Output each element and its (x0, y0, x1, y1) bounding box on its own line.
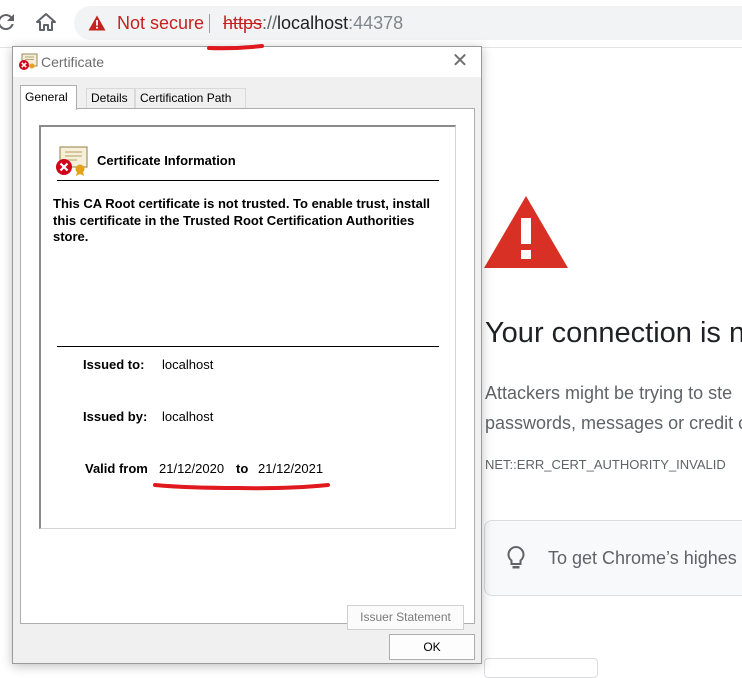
dialog-titlebar[interactable]: Certificate ✕ (13, 47, 481, 77)
advanced-button[interactable] (484, 658, 598, 678)
close-icon: ✕ (451, 50, 469, 72)
ok-button[interactable]: OK (389, 634, 475, 660)
valid-to-label: to (236, 461, 249, 476)
general-tab-page: Certificate Information This CA Root cer… (20, 108, 475, 630)
warning-triangle-icon[interactable] (88, 15, 106, 31)
details-divider (57, 346, 439, 347)
certificate-icon (56, 146, 88, 176)
dialog-title: Certificate (41, 54, 105, 70)
browser-toolbar: Not secure https://localhost:44378 (0, 0, 742, 48)
description-line-2: passwords, messages or credit c (485, 413, 742, 433)
certificate-info-panel: Certificate Information This CA Root cer… (39, 125, 456, 529)
heading-divider (57, 180, 439, 181)
lightbulb-icon (507, 545, 525, 569)
url-scheme: https (223, 13, 263, 33)
url-text[interactable]: https://localhost:44378 (223, 13, 403, 34)
interstitial-heading: Your connection is n (485, 317, 742, 349)
omnibox-divider (209, 14, 210, 33)
url-host: localhost (277, 13, 349, 33)
issuer-statement-button[interactable]: Issuer Statement (347, 605, 464, 630)
trust-warning-message: This CA Root certificate is not trusted.… (53, 196, 431, 244)
valid-from-label: Valid from (85, 461, 148, 476)
issued-by-value: localhost (162, 409, 214, 424)
tip-text: To get Chrome’s highes (548, 548, 737, 568)
reload-icon[interactable] (0, 10, 18, 34)
certificate-info-heading: Certificate Information (97, 153, 236, 168)
issued-by-label: Issued by: (83, 409, 148, 424)
url-separator: :// (262, 13, 278, 33)
not-secure-label[interactable]: Not secure (117, 13, 204, 34)
tab-certification-path[interactable]: Certification Path (135, 88, 246, 109)
large-warning-icon (484, 196, 568, 268)
error-code[interactable]: NET::ERR_CERT_AUTHORITY_INVALID (485, 457, 726, 472)
tab-general[interactable]: General (20, 85, 77, 110)
url-port: :44378 (348, 13, 404, 33)
interstitial-description: Attackers might be trying to ste passwor… (485, 378, 742, 438)
home-icon[interactable] (34, 10, 58, 34)
description-line-1: Attackers might be trying to ste (485, 383, 733, 403)
issued-to-label: Issued to: (83, 357, 145, 372)
issued-to-value: localhost (162, 357, 214, 372)
valid-to-value: 21/12/2021 (258, 461, 324, 476)
tab-details[interactable]: Details (86, 88, 135, 109)
enhanced-protection-tip: To get Chrome’s highes (484, 520, 742, 596)
address-bar[interactable]: Not secure https://localhost:44378 (74, 6, 742, 40)
certificate-error-icon (19, 53, 38, 70)
close-button[interactable]: ✕ (445, 50, 475, 74)
certificate-dialog: Certificate ✕ General Details Certificat… (12, 46, 482, 664)
valid-from-value: 21/12/2020 (159, 461, 225, 476)
